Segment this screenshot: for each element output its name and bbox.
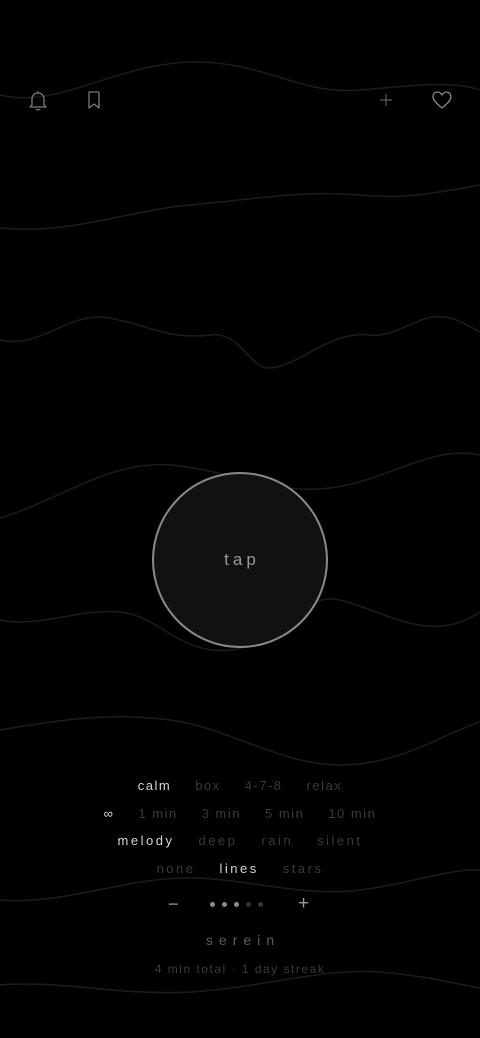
duration-option-10min[interactable]: 10 min [316,806,388,821]
bookmark-icon[interactable] [82,88,106,112]
wave-line [0,715,480,766]
duration-option-3min[interactable]: 3 min [190,806,253,821]
app-name: serein [205,932,281,948]
visual-option-none[interactable]: none [145,861,208,876]
plus-icon[interactable] [374,88,398,112]
duration-option-5min[interactable]: 5 min [253,806,316,821]
duration-option-infinite[interactable]: ∞ [92,806,127,821]
duration-selector: ∞ 1 min 3 min 5 min 10 min [0,806,480,821]
volume-dot[interactable] [222,902,227,907]
heart-icon[interactable] [430,88,454,112]
sound-selector: melody deep rain silent [0,833,480,848]
volume-dot[interactable] [258,902,263,907]
sound-option-melody[interactable]: melody [106,833,187,848]
volume-increase-button[interactable]: + [298,893,309,915]
volume-control: − + [0,893,480,918]
visual-option-stars[interactable]: stars [271,861,336,876]
pattern-option-478[interactable]: 4-7-8 [233,778,295,793]
pattern-selector: calm box 4-7-8 relax [0,778,480,793]
duration-option-1min[interactable]: 1 min [126,806,189,821]
pattern-option-box[interactable]: box [183,778,232,793]
sound-option-deep[interactable]: deep [186,833,249,848]
pattern-option-relax[interactable]: relax [295,778,355,793]
sound-option-silent[interactable]: silent [305,833,374,848]
volume-decrease-button[interactable]: − [168,894,179,915]
breath-button[interactable]: tap [152,472,328,648]
volume-dot[interactable] [246,902,251,907]
wave-line [0,184,480,230]
stats-summary: 4 min total · 1 day streak [154,962,326,976]
volume-dot[interactable] [210,902,215,907]
wave-line [0,315,480,369]
visual-option-lines[interactable]: lines [208,861,271,876]
volume-level-indicator [210,902,270,908]
visual-selector: none lines stars [0,861,480,876]
volume-dot[interactable] [234,902,239,907]
pattern-option-calm[interactable]: calm [126,778,183,793]
wave-line [0,61,480,99]
breath-button-label: tap [224,550,260,569]
sound-option-rain[interactable]: rain [249,833,305,848]
bell-icon[interactable] [26,88,50,112]
